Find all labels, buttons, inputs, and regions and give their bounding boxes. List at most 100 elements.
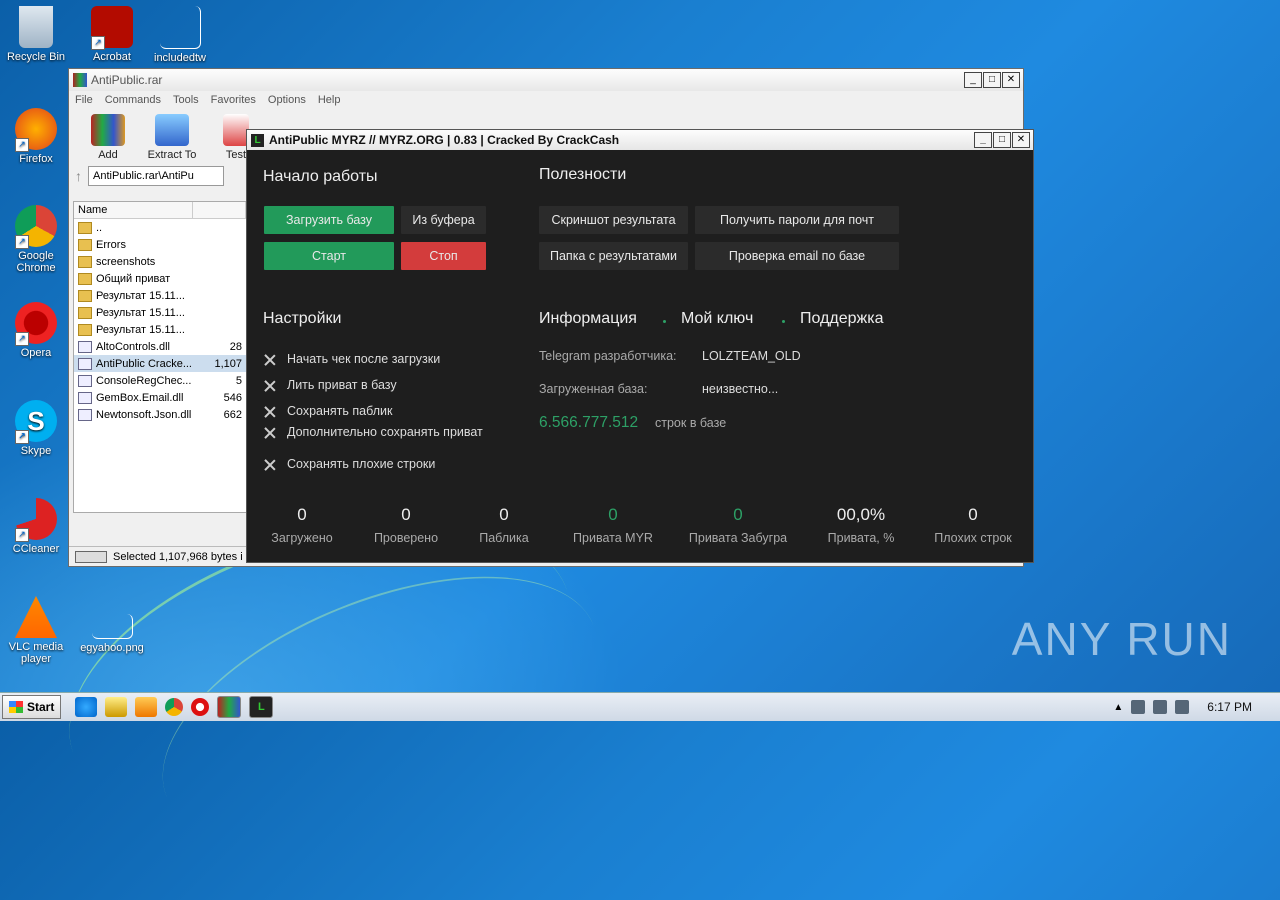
- column-name[interactable]: Name: [74, 202, 193, 218]
- folder-icon: [78, 323, 92, 336]
- chevron-up-icon[interactable]: ▲: [1113, 702, 1123, 713]
- line-count: 6.566.777.512: [539, 414, 639, 431]
- antipublic-window[interactable]: L AntiPublic MYRZ // MYRZ.ORG | 0.83 | C…: [246, 129, 1034, 563]
- x-checkbox-icon[interactable]: [264, 354, 275, 365]
- acrobat-icon: ↗: [91, 6, 133, 50]
- results-folder-button[interactable]: Папка с результатами: [539, 242, 688, 270]
- list-item[interactable]: ..: [74, 219, 246, 236]
- desktop-icon-vlc[interactable]: VLC media player: [4, 596, 68, 665]
- winrar-titlebar[interactable]: AntiPublic.rar _ □ ✕: [69, 69, 1023, 91]
- clock[interactable]: 6:17 PM: [1207, 700, 1252, 714]
- extract-to-button[interactable]: Extract To: [143, 114, 201, 165]
- network-icon[interactable]: [1131, 700, 1146, 714]
- antipublic-taskbar-icon[interactable]: L: [249, 696, 274, 718]
- list-item[interactable]: Общий приват: [74, 270, 246, 287]
- maximize-button[interactable]: □: [993, 132, 1011, 148]
- antipublic-logo-icon: L: [251, 133, 264, 147]
- file-list-header: Name: [74, 202, 246, 219]
- option-save-private[interactable]: Дополнительно сохранять приват: [264, 425, 483, 439]
- x-checkbox-icon[interactable]: [264, 406, 275, 417]
- list-item[interactable]: screenshots: [74, 253, 246, 270]
- x-checkbox-icon[interactable]: [264, 427, 275, 438]
- close-button[interactable]: ✕: [1012, 132, 1030, 148]
- ie-icon[interactable]: [75, 697, 98, 717]
- minimize-button[interactable]: _: [974, 132, 992, 148]
- db-label: Загруженная база:: [539, 382, 648, 396]
- option-start-check[interactable]: Начать чек после загрузки: [264, 352, 440, 366]
- tab-support[interactable]: Поддержка: [800, 310, 883, 328]
- dll-file-icon: [78, 340, 92, 353]
- list-item[interactable]: Errors: [74, 236, 246, 253]
- get-passwords-button[interactable]: Получить пароли для почт: [695, 206, 899, 234]
- desktop-icon-acrobat[interactable]: ↗ Acrobat: [80, 6, 144, 63]
- stat-bad-lines: 0 Плохих строк: [934, 505, 1012, 545]
- desktop-icon-skype[interactable]: S ↗ Skype: [4, 400, 68, 457]
- column-size[interactable]: [193, 202, 246, 218]
- desktop-icon-opera[interactable]: ↗ Opera: [4, 302, 68, 359]
- x-checkbox-icon[interactable]: [264, 380, 275, 391]
- image-file-icon: [91, 614, 133, 639]
- telegram-value[interactable]: LOLZTEAM_OLD: [702, 349, 801, 363]
- start-heading: Начало работы: [263, 168, 378, 185]
- media-player-icon[interactable]: [135, 697, 158, 717]
- winrar-taskbar-icon[interactable]: [217, 696, 242, 718]
- tab-information[interactable]: Информация: [539, 310, 637, 328]
- stat-private-myr: 0 Привата MYR: [573, 505, 653, 545]
- option-save-public[interactable]: Сохранять паблик: [264, 404, 392, 418]
- antipublic-titlebar[interactable]: L AntiPublic MYRZ // MYRZ.ORG | 0.83 | C…: [247, 130, 1033, 150]
- menu-file[interactable]: File: [75, 94, 93, 106]
- anyrun-watermark: ANY RUN: [1011, 613, 1232, 665]
- desktop-icon-recycle-bin[interactable]: Recycle Bin: [4, 6, 68, 63]
- menu-commands[interactable]: Commands: [105, 94, 161, 106]
- maximize-button[interactable]: □: [983, 72, 1001, 88]
- list-item[interactable]: Результат 15.11...: [74, 287, 246, 304]
- desktop-icon-included[interactable]: includedtw: [148, 6, 212, 64]
- stop-button[interactable]: Стоп: [401, 242, 486, 270]
- desktop-icon-ccleaner[interactable]: ↗ CCleaner: [4, 498, 68, 555]
- list-item[interactable]: AltoControls.dll 28: [74, 338, 246, 355]
- start-button[interactable]: Start: [2, 695, 62, 719]
- chrome-icon[interactable]: [165, 698, 184, 716]
- file-list[interactable]: Name .. Errors screenshots Общий приват …: [73, 201, 247, 513]
- flag-icon[interactable]: [1175, 700, 1190, 714]
- start-button[interactable]: Старт: [264, 242, 394, 270]
- folder-icon: [155, 114, 189, 146]
- check-email-button[interactable]: Проверка email по базе: [695, 242, 899, 270]
- folder-icon: [78, 306, 92, 319]
- screenshot-button[interactable]: Скриншот результата: [539, 206, 688, 234]
- chrome-icon: ↗: [15, 205, 57, 249]
- list-item[interactable]: Newtonsoft.Json.dll 662: [74, 406, 246, 423]
- volume-icon[interactable]: [1153, 700, 1168, 714]
- opera-icon: ↗: [15, 302, 57, 346]
- up-arrow-icon[interactable]: ↑: [75, 168, 82, 184]
- x-checkbox-icon[interactable]: [264, 459, 275, 470]
- tab-my-key[interactable]: Мой ключ: [681, 310, 753, 328]
- explorer-icon[interactable]: [105, 697, 128, 717]
- from-buffer-button[interactable]: Из буфера: [401, 206, 486, 234]
- menu-options[interactable]: Options: [268, 94, 306, 106]
- desktop-icon-chrome[interactable]: ↗ Google Chrome: [4, 205, 68, 274]
- menu-help[interactable]: Help: [318, 94, 341, 106]
- minimize-button[interactable]: _: [964, 72, 982, 88]
- exe-file-icon: [78, 357, 92, 370]
- option-save-bad-lines[interactable]: Сохранять плохие строки: [264, 457, 435, 471]
- list-item[interactable]: AntiPublic Cracke... 1,107: [74, 355, 246, 372]
- load-db-button[interactable]: Загрузить базу: [264, 206, 394, 234]
- desktop-icon-egyahoo[interactable]: egyahoo.png: [80, 614, 144, 654]
- path-field[interactable]: AntiPublic.rar\AntiPu: [88, 166, 224, 186]
- folder-icon: [78, 272, 92, 285]
- opera-icon[interactable]: [191, 698, 210, 716]
- list-item[interactable]: ConsoleRegChec... 5: [74, 372, 246, 389]
- option-push-private[interactable]: Лить приват в базу: [264, 378, 397, 392]
- desktop-icon-firefox[interactable]: ↗ Firefox: [4, 108, 68, 165]
- close-button[interactable]: ✕: [1002, 72, 1020, 88]
- antipublic-title: AntiPublic MYRZ // MYRZ.ORG | 0.83 | Cra…: [269, 133, 620, 147]
- menu-tools[interactable]: Tools: [173, 94, 199, 106]
- windows-logo-icon: [9, 701, 23, 713]
- ccleaner-icon: ↗: [15, 498, 57, 542]
- menu-favorites[interactable]: Favorites: [211, 94, 256, 106]
- list-item[interactable]: Результат 15.11...: [74, 321, 246, 338]
- add-button[interactable]: Add: [79, 114, 137, 165]
- list-item[interactable]: GemBox.Email.dll 546: [74, 389, 246, 406]
- list-item[interactable]: Результат 15.11...: [74, 304, 246, 321]
